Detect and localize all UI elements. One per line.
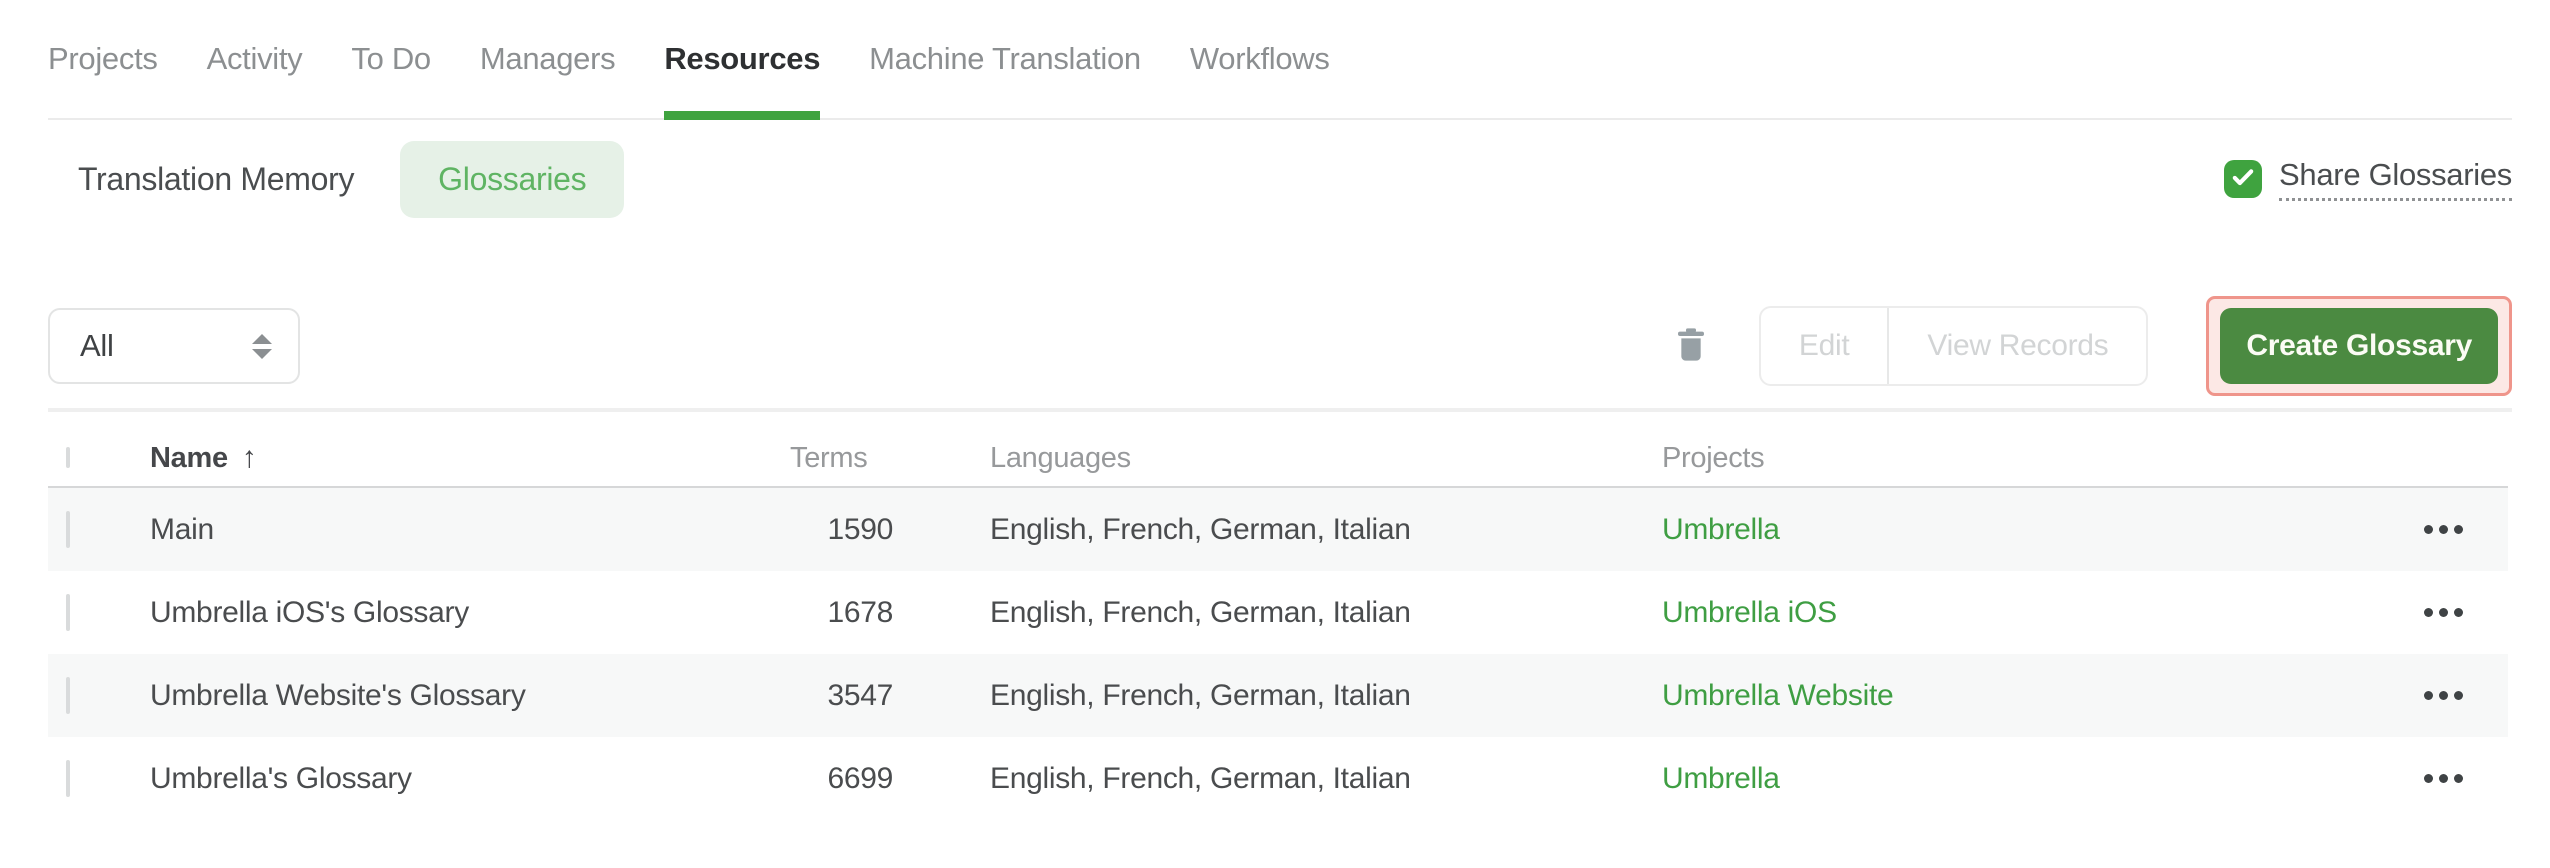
more-options-icon[interactable] [2414, 598, 2473, 627]
sort-ascending-icon: ↑ [241, 441, 257, 474]
resources-subnav: Translation Memory Glossaries Share Glos… [48, 118, 2512, 240]
more-options-icon[interactable] [2414, 515, 2473, 544]
select-all-checkbox[interactable] [66, 447, 70, 468]
glossary-name: Umbrella Website's Glossary [150, 678, 526, 712]
share-glossaries-label[interactable]: Share Glossaries [2279, 157, 2512, 201]
tab-workflows[interactable]: Workflows [1190, 0, 1330, 118]
filter-dropdown[interactable]: All [48, 308, 300, 384]
more-options-icon[interactable] [2414, 681, 2473, 710]
glossary-name: Umbrella iOS's Glossary [150, 595, 469, 629]
column-header-languages[interactable]: Languages [893, 442, 1662, 475]
glossary-terms-count: 3547 [827, 678, 893, 712]
delete-button[interactable] [1669, 324, 1713, 368]
project-link[interactable]: Umbrella Website [1662, 679, 1894, 712]
tab-resources[interactable]: Resources [664, 0, 820, 120]
glossary-terms-count: 1678 [827, 595, 893, 629]
create-glossary-button[interactable]: Create Glossary [2220, 308, 2498, 384]
toolbar-table-separator [48, 408, 2512, 412]
project-link[interactable]: Umbrella iOS [1662, 596, 1837, 629]
tab-activity[interactable]: Activity [207, 0, 303, 118]
project-link[interactable]: Umbrella [1662, 762, 1780, 795]
project-link[interactable]: Umbrella [1662, 513, 1780, 546]
edit-button[interactable]: Edit [1761, 308, 1887, 384]
glossary-languages: English, French, German, Italian [990, 595, 1411, 629]
glossary-languages: English, French, German, Italian [990, 678, 1411, 712]
tab-projects[interactable]: Projects [48, 0, 158, 118]
column-header-name[interactable]: Name ↑ [150, 441, 790, 475]
row-actions-group: Edit View Records [1758, 306, 2149, 386]
create-glossary-highlight-annotation: Create Glossary [2206, 296, 2512, 396]
glossary-terms-count: 6699 [827, 761, 893, 795]
table-row: Umbrella Website's Glossary 3547 English… [48, 654, 2508, 737]
column-header-projects[interactable]: Projects [1662, 442, 2378, 475]
more-options-icon[interactable] [2414, 764, 2473, 793]
row-checkbox[interactable] [66, 676, 70, 714]
trash-icon [1671, 323, 1711, 370]
tab-managers[interactable]: Managers [480, 0, 616, 118]
row-checkbox[interactable] [66, 759, 70, 797]
subtab-translation-memory[interactable]: Translation Memory [78, 161, 354, 198]
glossary-languages: English, French, German, Italian [990, 761, 1411, 795]
glossary-name: Main [150, 512, 214, 546]
share-glossaries-checkbox[interactable] [2224, 160, 2263, 198]
resources-glossaries-page: Projects Activity To Do Managers Resourc… [0, 0, 2550, 868]
table-row: Umbrella's Glossary 6699 English, French… [48, 737, 2508, 820]
row-checkbox[interactable] [66, 593, 70, 631]
top-navigation: Projects Activity To Do Managers Resourc… [48, 0, 2512, 120]
tab-machine-translation[interactable]: Machine Translation [869, 0, 1141, 118]
column-header-terms[interactable]: Terms [790, 442, 893, 475]
glossaries-table: Name ↑ Terms Languages Projects Main 159… [48, 430, 2508, 820]
table-header-row: Name ↑ Terms Languages Projects [48, 430, 2508, 488]
table-row: Umbrella iOS's Glossary 1678 English, Fr… [48, 571, 2508, 654]
filter-dropdown-value: All [80, 328, 114, 363]
subtab-glossaries[interactable]: Glossaries [400, 140, 625, 218]
name-header-label: Name [150, 441, 228, 474]
share-glossaries-control: Share Glossaries [2224, 157, 2512, 201]
checkmark-icon [2229, 163, 2257, 196]
glossaries-toolbar: All Edit View Records Create Glossary [48, 296, 2512, 396]
up-down-sorter-icon [252, 333, 272, 359]
glossary-name: Umbrella's Glossary [150, 761, 412, 795]
view-records-button[interactable]: View Records [1889, 308, 2146, 384]
tab-to-do[interactable]: To Do [351, 0, 431, 118]
glossary-languages: English, French, German, Italian [990, 512, 1411, 546]
table-row: Main 1590 English, French, German, Itali… [48, 488, 2508, 571]
row-checkbox[interactable] [66, 510, 70, 548]
glossary-terms-count: 1590 [827, 512, 893, 546]
